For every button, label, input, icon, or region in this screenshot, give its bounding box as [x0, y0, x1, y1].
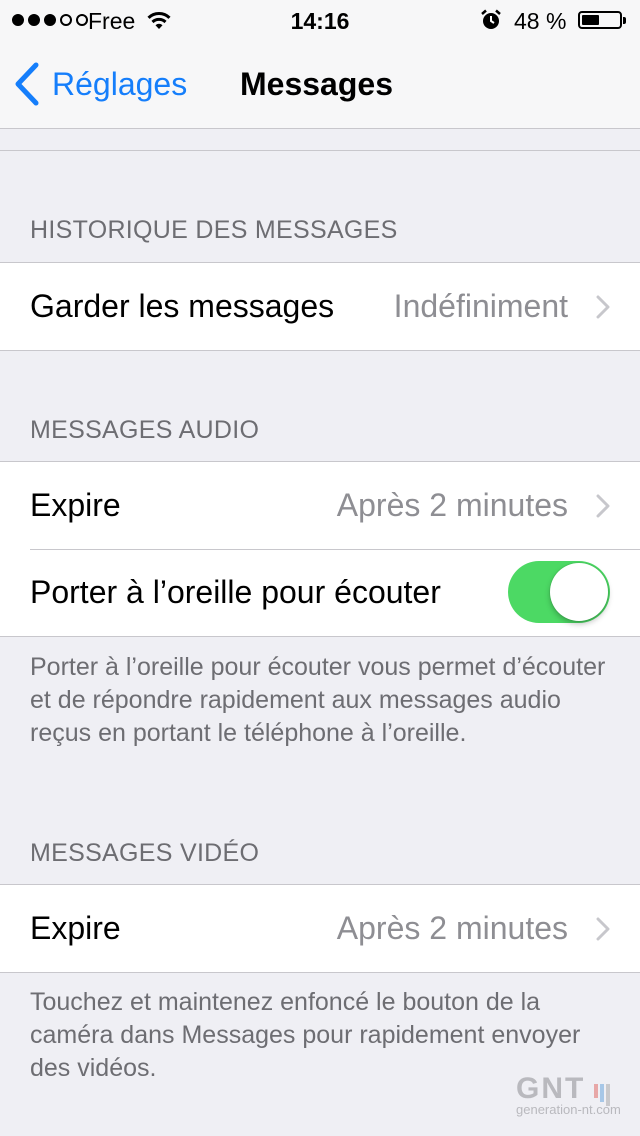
keep-messages-row[interactable]: Garder les messages Indéfiniment: [0, 263, 640, 350]
battery-icon: [578, 11, 626, 29]
section-header-video: MESSAGES VIDÉO: [30, 839, 260, 867]
navigation-bar: Réglages Messages: [0, 40, 640, 128]
section-header-history: HISTORIQUE DES MESSAGES: [30, 216, 398, 244]
alarm-icon: [480, 9, 502, 37]
audio-expire-row[interactable]: Expire Après 2 minutes: [0, 462, 640, 549]
audio-group: Expire Après 2 minutes Porter à l’oreill…: [0, 461, 640, 637]
chevron-left-icon: [15, 62, 39, 106]
video-group: Expire Après 2 minutes: [0, 884, 640, 973]
video-expire-value: Après 2 minutes: [336, 910, 568, 946]
watermark-logo: GNT: [516, 1072, 586, 1105]
back-label: Réglages: [52, 65, 188, 102]
audio-footer-text: Porter à l’oreille pour écouter vous per…: [30, 653, 606, 747]
raise-to-listen-label: Porter à l’oreille pour écouter: [30, 574, 441, 610]
divider: [0, 150, 640, 151]
audio-expire-label: Expire: [30, 487, 121, 523]
battery-percentage: 48 %: [514, 8, 567, 34]
chevron-right-icon: [596, 917, 610, 941]
keep-messages-label: Garder les messages: [30, 288, 335, 324]
section-header-audio: MESSAGES AUDIO: [30, 416, 260, 444]
watermark: GNT generation-nt.com: [516, 1072, 621, 1117]
history-group: Garder les messages Indéfiniment: [0, 262, 640, 351]
top-bar: Free 14:16 48 % Réglages Messages: [0, 0, 640, 129]
chevron-right-icon: [596, 494, 610, 518]
battery-fill: [582, 15, 599, 25]
page-title: Messages: [240, 66, 393, 102]
video-footer-text: Touchez et maintenez enfoncé le bouton d…: [30, 988, 581, 1082]
video-expire-row[interactable]: Expire Après 2 minutes: [0, 885, 640, 972]
toggle-knob: [550, 563, 608, 621]
audio-expire-value: Après 2 minutes: [336, 487, 568, 523]
raise-to-listen-row: Porter à l’oreille pour écouter: [0, 549, 640, 636]
keep-messages-value: Indéfiniment: [393, 288, 568, 324]
status-bar: Free 14:16 48 %: [0, 0, 640, 40]
chevron-right-icon: [596, 295, 610, 319]
back-button[interactable]: Réglages: [14, 62, 187, 106]
watermark-url: generation-nt.com: [516, 1102, 621, 1117]
video-expire-label: Expire: [30, 910, 121, 946]
raise-to-listen-toggle[interactable]: [508, 561, 610, 623]
